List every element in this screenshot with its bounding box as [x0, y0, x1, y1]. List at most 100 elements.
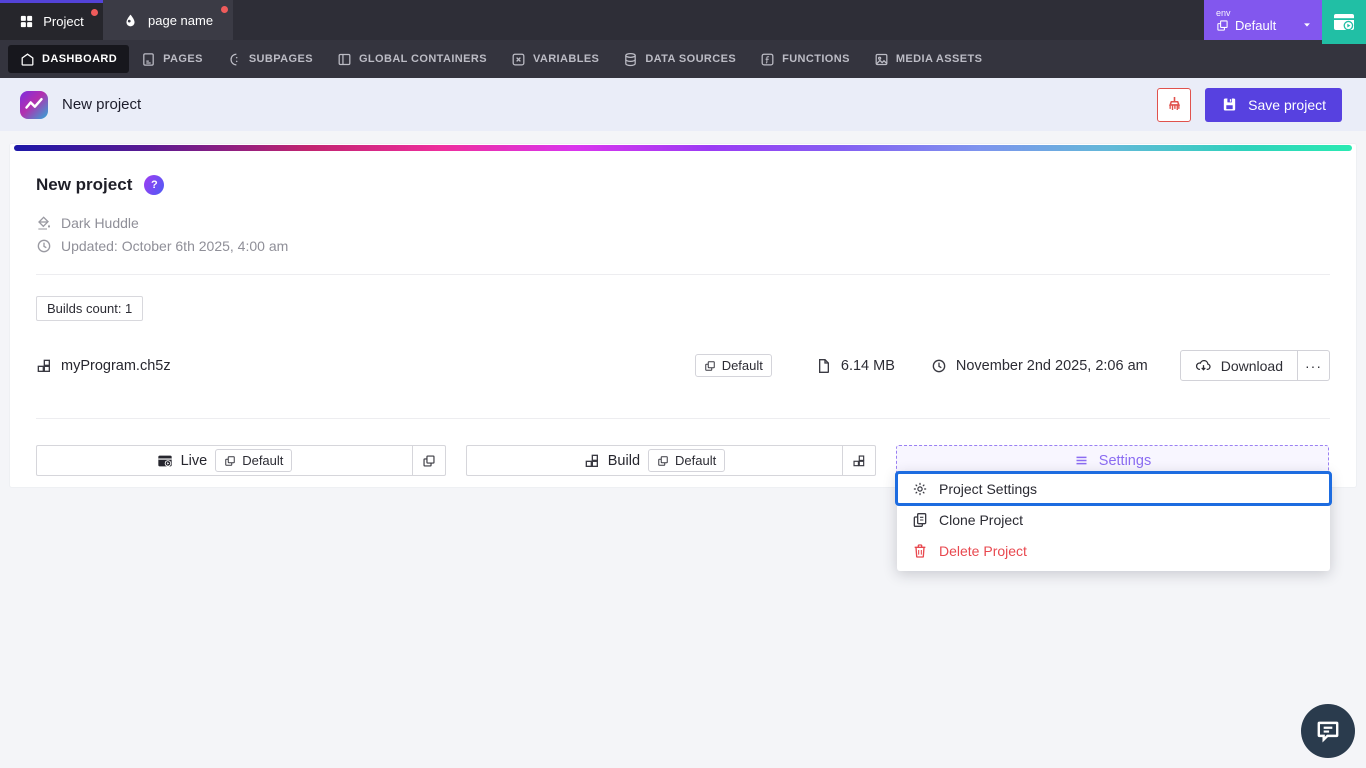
- settings-button-label: Settings: [1099, 453, 1151, 469]
- app-logo: [20, 91, 48, 119]
- file-env-badge: Default: [695, 354, 772, 377]
- updated-row: Updated: October 6th 2025, 4:00 am: [36, 238, 1330, 254]
- file-name-label: myProgram.ch5z: [61, 358, 171, 374]
- layers-icon: [422, 454, 436, 468]
- menu-item-label: Delete Project: [939, 543, 1027, 559]
- project-notification-dot: [91, 9, 98, 16]
- page-tab[interactable]: page name: [103, 0, 233, 40]
- gradient-accent-bar: [14, 145, 1352, 151]
- section-nav: DASHBOARD PAGES SUBPAGES GLOBAL CONTAINE…: [0, 40, 1366, 78]
- file-size-label: 6.14 MB: [841, 358, 895, 374]
- save-project-label: Save project: [1248, 97, 1326, 113]
- file-icon: [816, 358, 832, 374]
- variable-icon: [511, 52, 526, 67]
- download-label: Download: [1221, 358, 1283, 374]
- file-size: 6.14 MB: [816, 358, 895, 374]
- package-icon: [852, 454, 866, 468]
- trash-icon: [912, 543, 928, 559]
- nav-label: DASHBOARD: [42, 53, 117, 65]
- project-bar-title: New project: [62, 96, 141, 113]
- chat-widget-button[interactable]: [1301, 704, 1355, 758]
- live-env-badge: Default: [215, 449, 292, 472]
- file-more-button[interactable]: ···: [1298, 350, 1330, 381]
- copy-icon: [912, 512, 928, 528]
- project-card: New project ? Dark Huddle Updated: Octob…: [10, 144, 1356, 487]
- package-icon: [36, 358, 52, 374]
- download-button[interactable]: Download: [1180, 350, 1298, 381]
- project-tab-label: Project: [43, 14, 83, 29]
- build-file-row: myProgram.ch5z Default 6.14 MB November …: [36, 350, 1330, 381]
- nav-media-assets[interactable]: MEDIA ASSETS: [862, 45, 995, 73]
- cloud-download-icon: [1195, 357, 1212, 374]
- live-target-selector[interactable]: Live Default: [36, 445, 446, 476]
- nav-label: PAGES: [163, 53, 203, 65]
- floppy-icon: [1221, 96, 1238, 113]
- chevron-down-icon: [1302, 20, 1312, 30]
- database-icon: [623, 52, 638, 67]
- nav-subpages[interactable]: SUBPAGES: [215, 45, 325, 73]
- droplet-icon: [123, 13, 138, 28]
- paint-bucket-icon: [36, 215, 52, 231]
- builds-count-badge: Builds count: 1: [36, 296, 143, 321]
- home-icon: [20, 52, 35, 67]
- divider: [36, 274, 1330, 275]
- layers-icon: [1216, 19, 1229, 32]
- clock-icon: [931, 358, 947, 374]
- layers-icon: [224, 455, 236, 467]
- help-badge[interactable]: ?: [144, 175, 164, 195]
- build-target-selector[interactable]: Build Default: [466, 445, 876, 476]
- theme-row: Dark Huddle: [36, 215, 1330, 231]
- file-date-label: November 2nd 2025, 2:06 am: [956, 358, 1148, 374]
- package-icon: [584, 453, 600, 469]
- grid-icon: [19, 14, 34, 29]
- environment-dropdown-value: Default: [1235, 18, 1276, 33]
- save-project-button[interactable]: Save project: [1205, 88, 1342, 122]
- project-tab[interactable]: Project: [0, 0, 103, 40]
- logo-wave-icon: [24, 95, 44, 115]
- broom-icon: [1165, 95, 1184, 114]
- topbar-spacer: [233, 0, 1204, 40]
- top-bar: Project page name env Default: [0, 0, 1366, 40]
- file-env-badge-label: Default: [722, 358, 763, 373]
- settings-menu: Project Settings Clone Project Delete Pr…: [897, 472, 1330, 571]
- environment-dropdown[interactable]: env Default: [1204, 0, 1322, 40]
- nav-label: FUNCTIONS: [782, 53, 850, 65]
- file-date: November 2nd 2025, 2:06 am: [931, 358, 1148, 374]
- nav-pages[interactable]: PAGES: [129, 45, 215, 73]
- menu-item-label: Clone Project: [939, 512, 1023, 528]
- nav-global-containers[interactable]: GLOBAL CONTAINERS: [325, 45, 499, 73]
- theme-name: Dark Huddle: [61, 215, 139, 231]
- nav-data-sources[interactable]: DATA SOURCES: [611, 45, 748, 73]
- live-env-badge-label: Default: [242, 453, 283, 468]
- build-picker-button[interactable]: [842, 446, 875, 475]
- clean-build-button[interactable]: [1157, 88, 1191, 122]
- layers-icon: [704, 360, 716, 372]
- build-label: Build: [608, 453, 640, 469]
- page-notification-dot: [221, 6, 228, 13]
- menu-item-label: Project Settings: [939, 481, 1037, 497]
- nav-variables[interactable]: VARIABLES: [499, 45, 611, 73]
- chat-icon: [1315, 718, 1341, 744]
- hamburger-icon: [1074, 453, 1089, 468]
- live-label: Live: [181, 453, 208, 469]
- build-env-badge: Default: [648, 449, 725, 472]
- nav-dashboard[interactable]: DASHBOARD: [8, 45, 129, 73]
- window-play-icon: [1332, 10, 1356, 34]
- clock-icon: [36, 238, 52, 254]
- page-icon: [141, 52, 156, 67]
- nav-functions[interactable]: FUNCTIONS: [748, 45, 862, 73]
- build-file-name: myProgram.ch5z: [36, 358, 171, 374]
- subpages-icon: [227, 52, 242, 67]
- updated-text: Updated: October 6th 2025, 4:00 am: [61, 238, 288, 254]
- nav-label: VARIABLES: [533, 53, 599, 65]
- page-title: New project: [36, 175, 132, 195]
- menu-item-project-settings[interactable]: Project Settings: [897, 473, 1330, 504]
- layers-icon: [657, 455, 669, 467]
- preview-button[interactable]: [1322, 0, 1366, 44]
- menu-item-delete-project[interactable]: Delete Project: [897, 535, 1330, 566]
- live-env-picker-button[interactable]: [412, 446, 445, 475]
- gear-icon: [912, 481, 928, 497]
- project-header-bar: New project Save project: [0, 78, 1366, 131]
- menu-item-clone-project[interactable]: Clone Project: [897, 504, 1330, 535]
- function-icon: [760, 52, 775, 67]
